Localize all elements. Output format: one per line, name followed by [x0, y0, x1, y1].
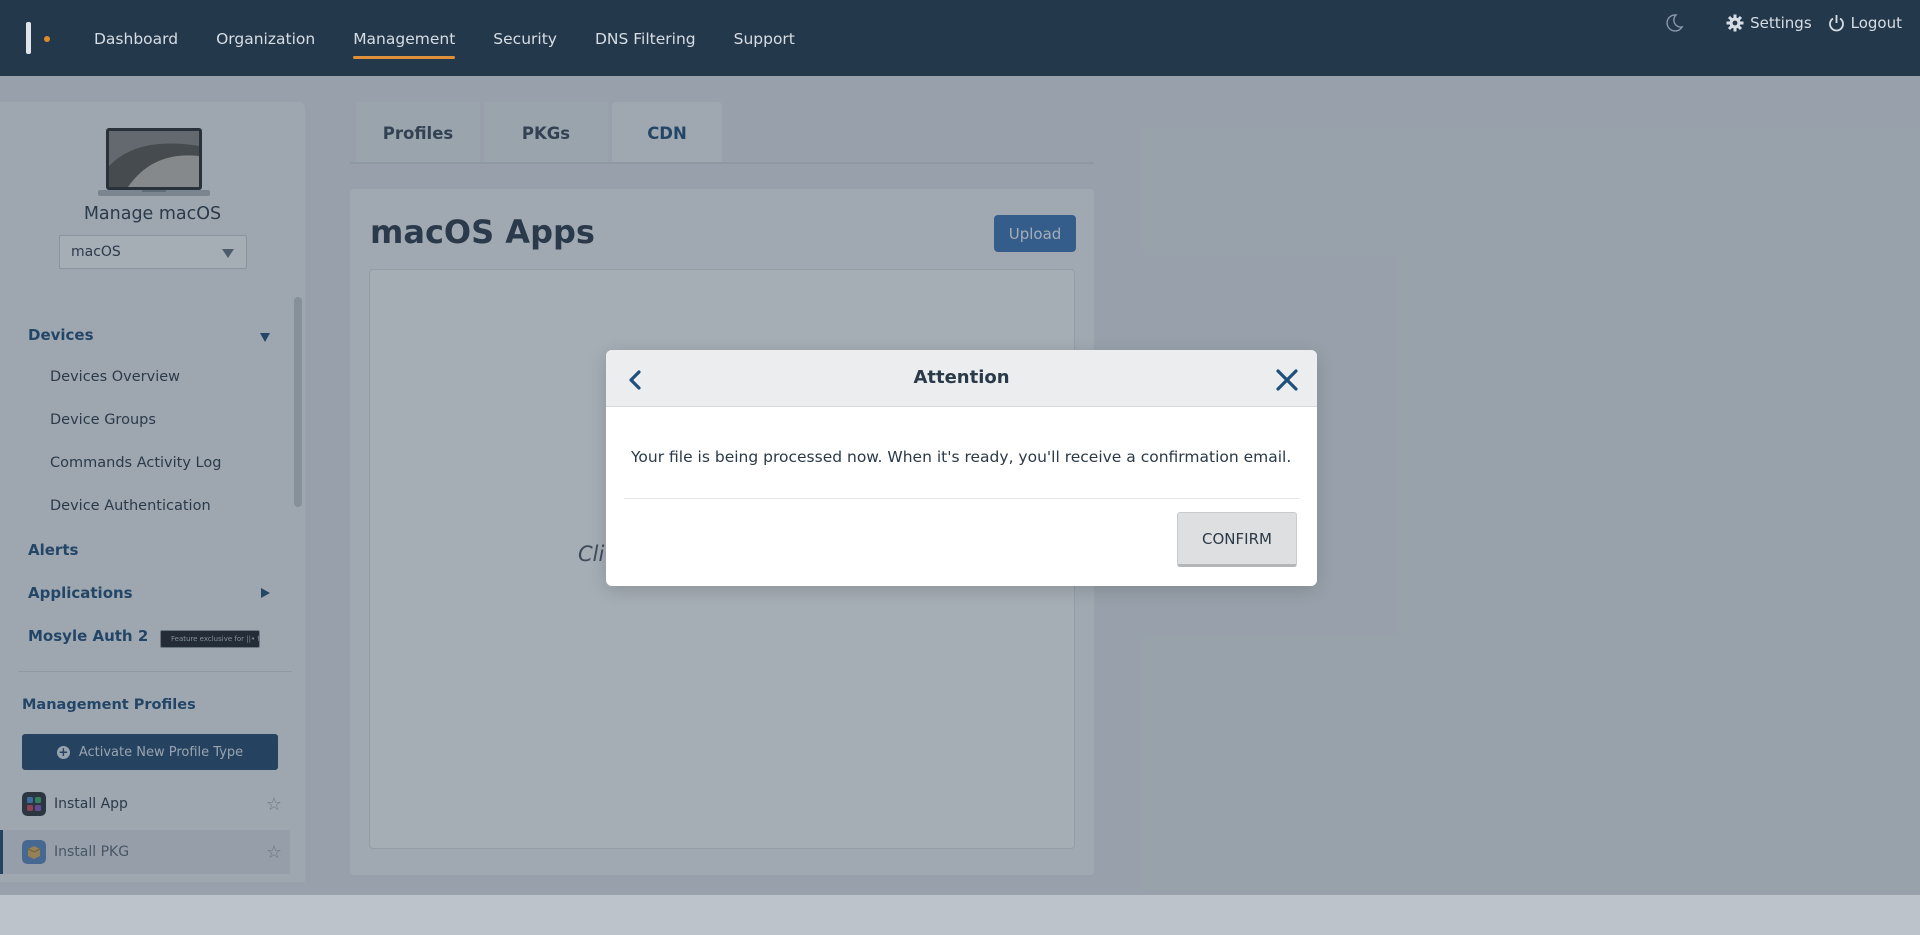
- gear-icon: [1726, 14, 1744, 32]
- settings-button[interactable]: Settings: [1726, 14, 1812, 32]
- nav-management[interactable]: Management: [353, 0, 456, 76]
- logo[interactable]: [26, 22, 52, 54]
- dialog-header: Attention: [606, 350, 1317, 407]
- nav-security[interactable]: Security: [493, 0, 557, 76]
- settings-label: Settings: [1750, 14, 1812, 32]
- logout-button[interactable]: Logout: [1828, 14, 1902, 32]
- attention-dialog: Attention Your file is being processed n…: [606, 350, 1317, 586]
- logout-label: Logout: [1850, 14, 1902, 32]
- dialog-title: Attention: [913, 367, 1010, 388]
- close-icon[interactable]: [1275, 368, 1299, 392]
- nav-dns-filtering[interactable]: DNS Filtering: [595, 0, 696, 76]
- nav-organization[interactable]: Organization: [216, 0, 315, 76]
- power-icon: [1828, 15, 1844, 32]
- top-navigation-bar: Dashboard Organization Management Securi…: [0, 0, 1920, 76]
- dialog-divider: [624, 498, 1299, 499]
- main-nav: Dashboard Organization Management Securi…: [94, 0, 833, 76]
- nav-dashboard[interactable]: Dashboard: [94, 0, 178, 76]
- bottom-strip: [0, 895, 1920, 935]
- logo-dot: [44, 36, 50, 42]
- dialog-message: Your file is being processed now. When i…: [631, 448, 1292, 466]
- top-right-actions: Settings Logout: [1664, 0, 1902, 46]
- logo-bar: [26, 22, 31, 54]
- confirm-button[interactable]: CONFIRM: [1177, 512, 1297, 567]
- nav-support[interactable]: Support: [734, 0, 795, 76]
- moon-icon[interactable]: [1664, 13, 1684, 33]
